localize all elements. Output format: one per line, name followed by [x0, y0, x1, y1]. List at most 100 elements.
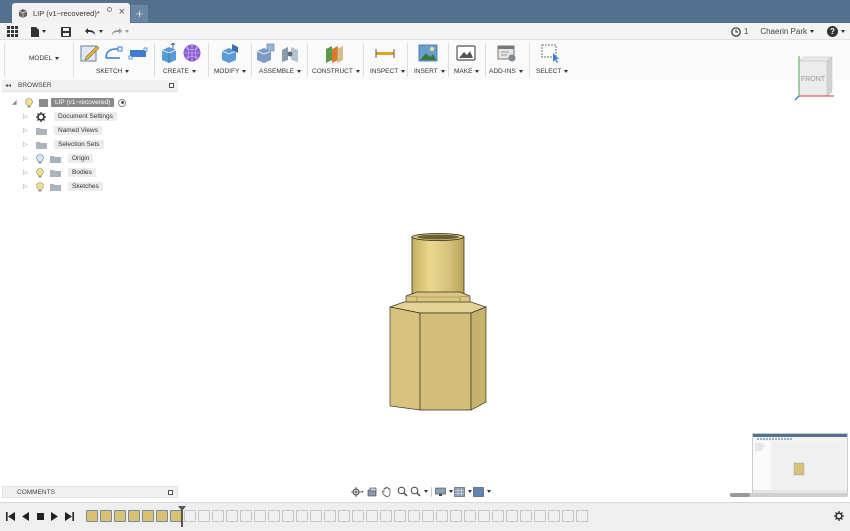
timeline-feature-suppressed[interactable]	[226, 510, 238, 522]
inspect-group[interactable]: INSPECT	[366, 40, 406, 80]
tree-root[interactable]: ◢ LIP (v1~recovered)	[12, 97, 127, 108]
tree-item-bodies[interactable]: ▷ Bodies	[23, 167, 96, 178]
timeline-feature-suppressed[interactable]	[436, 510, 448, 522]
timeline-feature-suppressed[interactable]	[282, 510, 294, 522]
timeline-feature[interactable]	[156, 510, 168, 522]
new-tab-button[interactable]: +	[131, 5, 148, 22]
timeline-feature[interactable]	[86, 510, 98, 522]
pin-icon[interactable]	[168, 490, 173, 495]
select-menu[interactable]: SELECT	[536, 68, 569, 75]
timeline-feature-suppressed[interactable]	[184, 510, 196, 522]
timeline-feature-suppressed[interactable]	[478, 510, 490, 522]
save-button[interactable]	[61, 25, 71, 38]
pin-icon[interactable]	[169, 83, 174, 88]
viewports-button[interactable]	[473, 486, 491, 498]
modify-menu[interactable]: MODIFY	[214, 68, 247, 75]
insert-menu[interactable]: INSERT	[414, 68, 445, 75]
timeline-feature-suppressed[interactable]	[408, 510, 420, 522]
timeline-feature[interactable]	[128, 510, 140, 522]
thumbnail-scrollbar[interactable]	[730, 493, 848, 497]
timeline-feature-suppressed[interactable]	[198, 510, 210, 522]
timeline-feature-suppressed[interactable]	[576, 510, 588, 522]
timeline-feature-suppressed[interactable]	[506, 510, 518, 522]
timeline-feature-suppressed[interactable]	[296, 510, 308, 522]
look-at-button[interactable]	[365, 486, 379, 498]
close-tab-button[interactable]: ×	[119, 7, 125, 18]
tree-item-origin[interactable]: ▷ Origin	[23, 153, 94, 164]
redo-button[interactable]	[111, 25, 129, 38]
select-group[interactable]: SELECT	[532, 40, 572, 80]
timeline-feature-suppressed[interactable]	[212, 510, 224, 522]
timeline-marker[interactable]	[181, 507, 183, 527]
add-ins-group[interactable]: ADD-INS	[487, 40, 527, 80]
timeline-feature-suppressed[interactable]	[380, 510, 392, 522]
create-menu[interactable]: CREATE	[163, 68, 196, 75]
grid-snaps-button[interactable]	[454, 486, 472, 498]
collapse-panel-icon[interactable]: ◂◂	[5, 82, 15, 89]
timeline-feature-suppressed[interactable]	[548, 510, 560, 522]
visibility-bulb-icon[interactable]	[36, 167, 44, 178]
add-ins-menu[interactable]: ADD-INS	[489, 68, 523, 75]
visibility-bulb-icon[interactable]	[36, 181, 44, 192]
document-tab[interactable]: LIP (v1~recovered)* ×	[12, 3, 130, 23]
visibility-bulb-off-icon[interactable]	[36, 153, 44, 164]
go-to-start-button[interactable]	[6, 512, 15, 521]
undo-button[interactable]	[85, 25, 103, 38]
display-settings-button[interactable]	[435, 486, 453, 498]
assemble-group[interactable]: ASSEMBLE	[253, 40, 306, 80]
assemble-menu[interactable]: ASSEMBLE	[259, 68, 302, 75]
timeline-feature-suppressed[interactable]	[324, 510, 336, 522]
gear-icon[interactable]	[834, 511, 844, 521]
timeline-feature-suppressed[interactable]	[254, 510, 266, 522]
expand-triangle-icon[interactable]: ▷	[23, 142, 29, 148]
timeline-feature-suppressed[interactable]	[534, 510, 546, 522]
workspace-switcher[interactable]: MODEL	[12, 40, 72, 80]
timeline-feature-suppressed[interactable]	[450, 510, 462, 522]
go-to-end-button[interactable]	[65, 512, 74, 521]
file-menu-button[interactable]	[31, 25, 46, 38]
job-status-button[interactable]: 1	[731, 25, 748, 38]
root-component-label[interactable]: LIP (v1~recovered)	[51, 98, 115, 107]
timeline-feature-suppressed[interactable]	[268, 510, 280, 522]
view-cube-front-face[interactable]: FRONT	[801, 76, 826, 83]
data-panel-button[interactable]	[7, 25, 18, 38]
expand-triangle-icon[interactable]: ▷	[23, 128, 29, 134]
collapse-triangle-icon[interactable]: ◢	[12, 100, 18, 106]
expand-triangle-icon[interactable]: ▷	[23, 114, 29, 120]
timeline-feature-suppressed[interactable]	[394, 510, 406, 522]
make-menu[interactable]: MAKE	[454, 68, 480, 75]
timeline-feature-suppressed[interactable]	[562, 510, 574, 522]
timeline-feature-suppressed[interactable]	[464, 510, 476, 522]
timeline-feature[interactable]	[114, 510, 126, 522]
insert-group[interactable]: INSERT	[410, 40, 447, 80]
expand-triangle-icon[interactable]: ▷	[23, 170, 29, 176]
zoom-window-button[interactable]	[395, 486, 409, 498]
expand-triangle-icon[interactable]: ▷	[23, 184, 29, 190]
browser-panel-header[interactable]: ◂◂ BROWSER	[2, 80, 178, 92]
timeline-feature[interactable]	[100, 510, 112, 522]
timeline-feature-suppressed[interactable]	[240, 510, 252, 522]
activate-component-radio[interactable]	[118, 98, 127, 107]
construct-group[interactable]: CONSTRUCT	[309, 40, 361, 80]
make-group[interactable]: MAKE	[451, 40, 484, 80]
pan-button[interactable]	[380, 486, 394, 498]
comments-panel-header[interactable]: COMMENTS	[2, 486, 178, 498]
timeline-feature-suppressed[interactable]	[520, 510, 532, 522]
viewport-thumbnail[interactable]	[752, 433, 848, 495]
step-forward-button[interactable]	[50, 512, 59, 521]
sketch-group[interactable]: SKETCH	[76, 40, 154, 80]
timeline-feature-suppressed[interactable]	[492, 510, 504, 522]
inspect-menu[interactable]: INSPECT	[370, 68, 406, 75]
timeline-feature-suppressed[interactable]	[352, 510, 364, 522]
tree-item-document-settings[interactable]: ▷ Document Settings	[23, 111, 117, 122]
timeline-feature-suppressed[interactable]	[310, 510, 322, 522]
timeline-feature-suppressed[interactable]	[422, 510, 434, 522]
modify-group[interactable]: MODIFY	[210, 40, 250, 80]
user-account-menu[interactable]: Chaerin Park	[760, 25, 814, 38]
view-cube[interactable]: FRONT	[790, 52, 840, 102]
brass-fitting-model[interactable]	[380, 228, 495, 418]
create-group[interactable]: CREATE	[156, 40, 208, 80]
tree-item-sketches[interactable]: ▷ Sketches	[23, 181, 103, 192]
timeline-feature-suppressed[interactable]	[366, 510, 378, 522]
orbit-button[interactable]	[350, 486, 364, 498]
